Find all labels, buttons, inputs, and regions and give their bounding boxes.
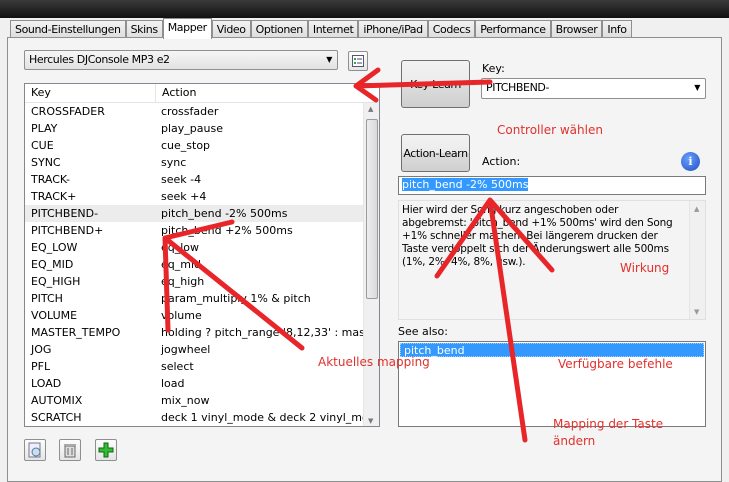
annotation-controller: Controller wählen bbox=[497, 123, 603, 137]
arrow-current bbox=[162, 219, 305, 351]
annotation-current: Aktuelles mapping bbox=[318, 355, 430, 369]
arrow-controller bbox=[353, 67, 493, 103]
annotation-change-1: Mapping der Taste bbox=[553, 417, 664, 431]
annotation-change-2: ändern bbox=[553, 434, 596, 448]
tab-mapper[interactable]: Mapper bbox=[162, 18, 212, 39]
annotation-arrows bbox=[162, 67, 555, 443]
annotation-effect: Wirkung bbox=[620, 261, 670, 275]
annotation-commands: Verfügbare befehle bbox=[558, 357, 673, 371]
arrow-change bbox=[434, 197, 555, 443]
